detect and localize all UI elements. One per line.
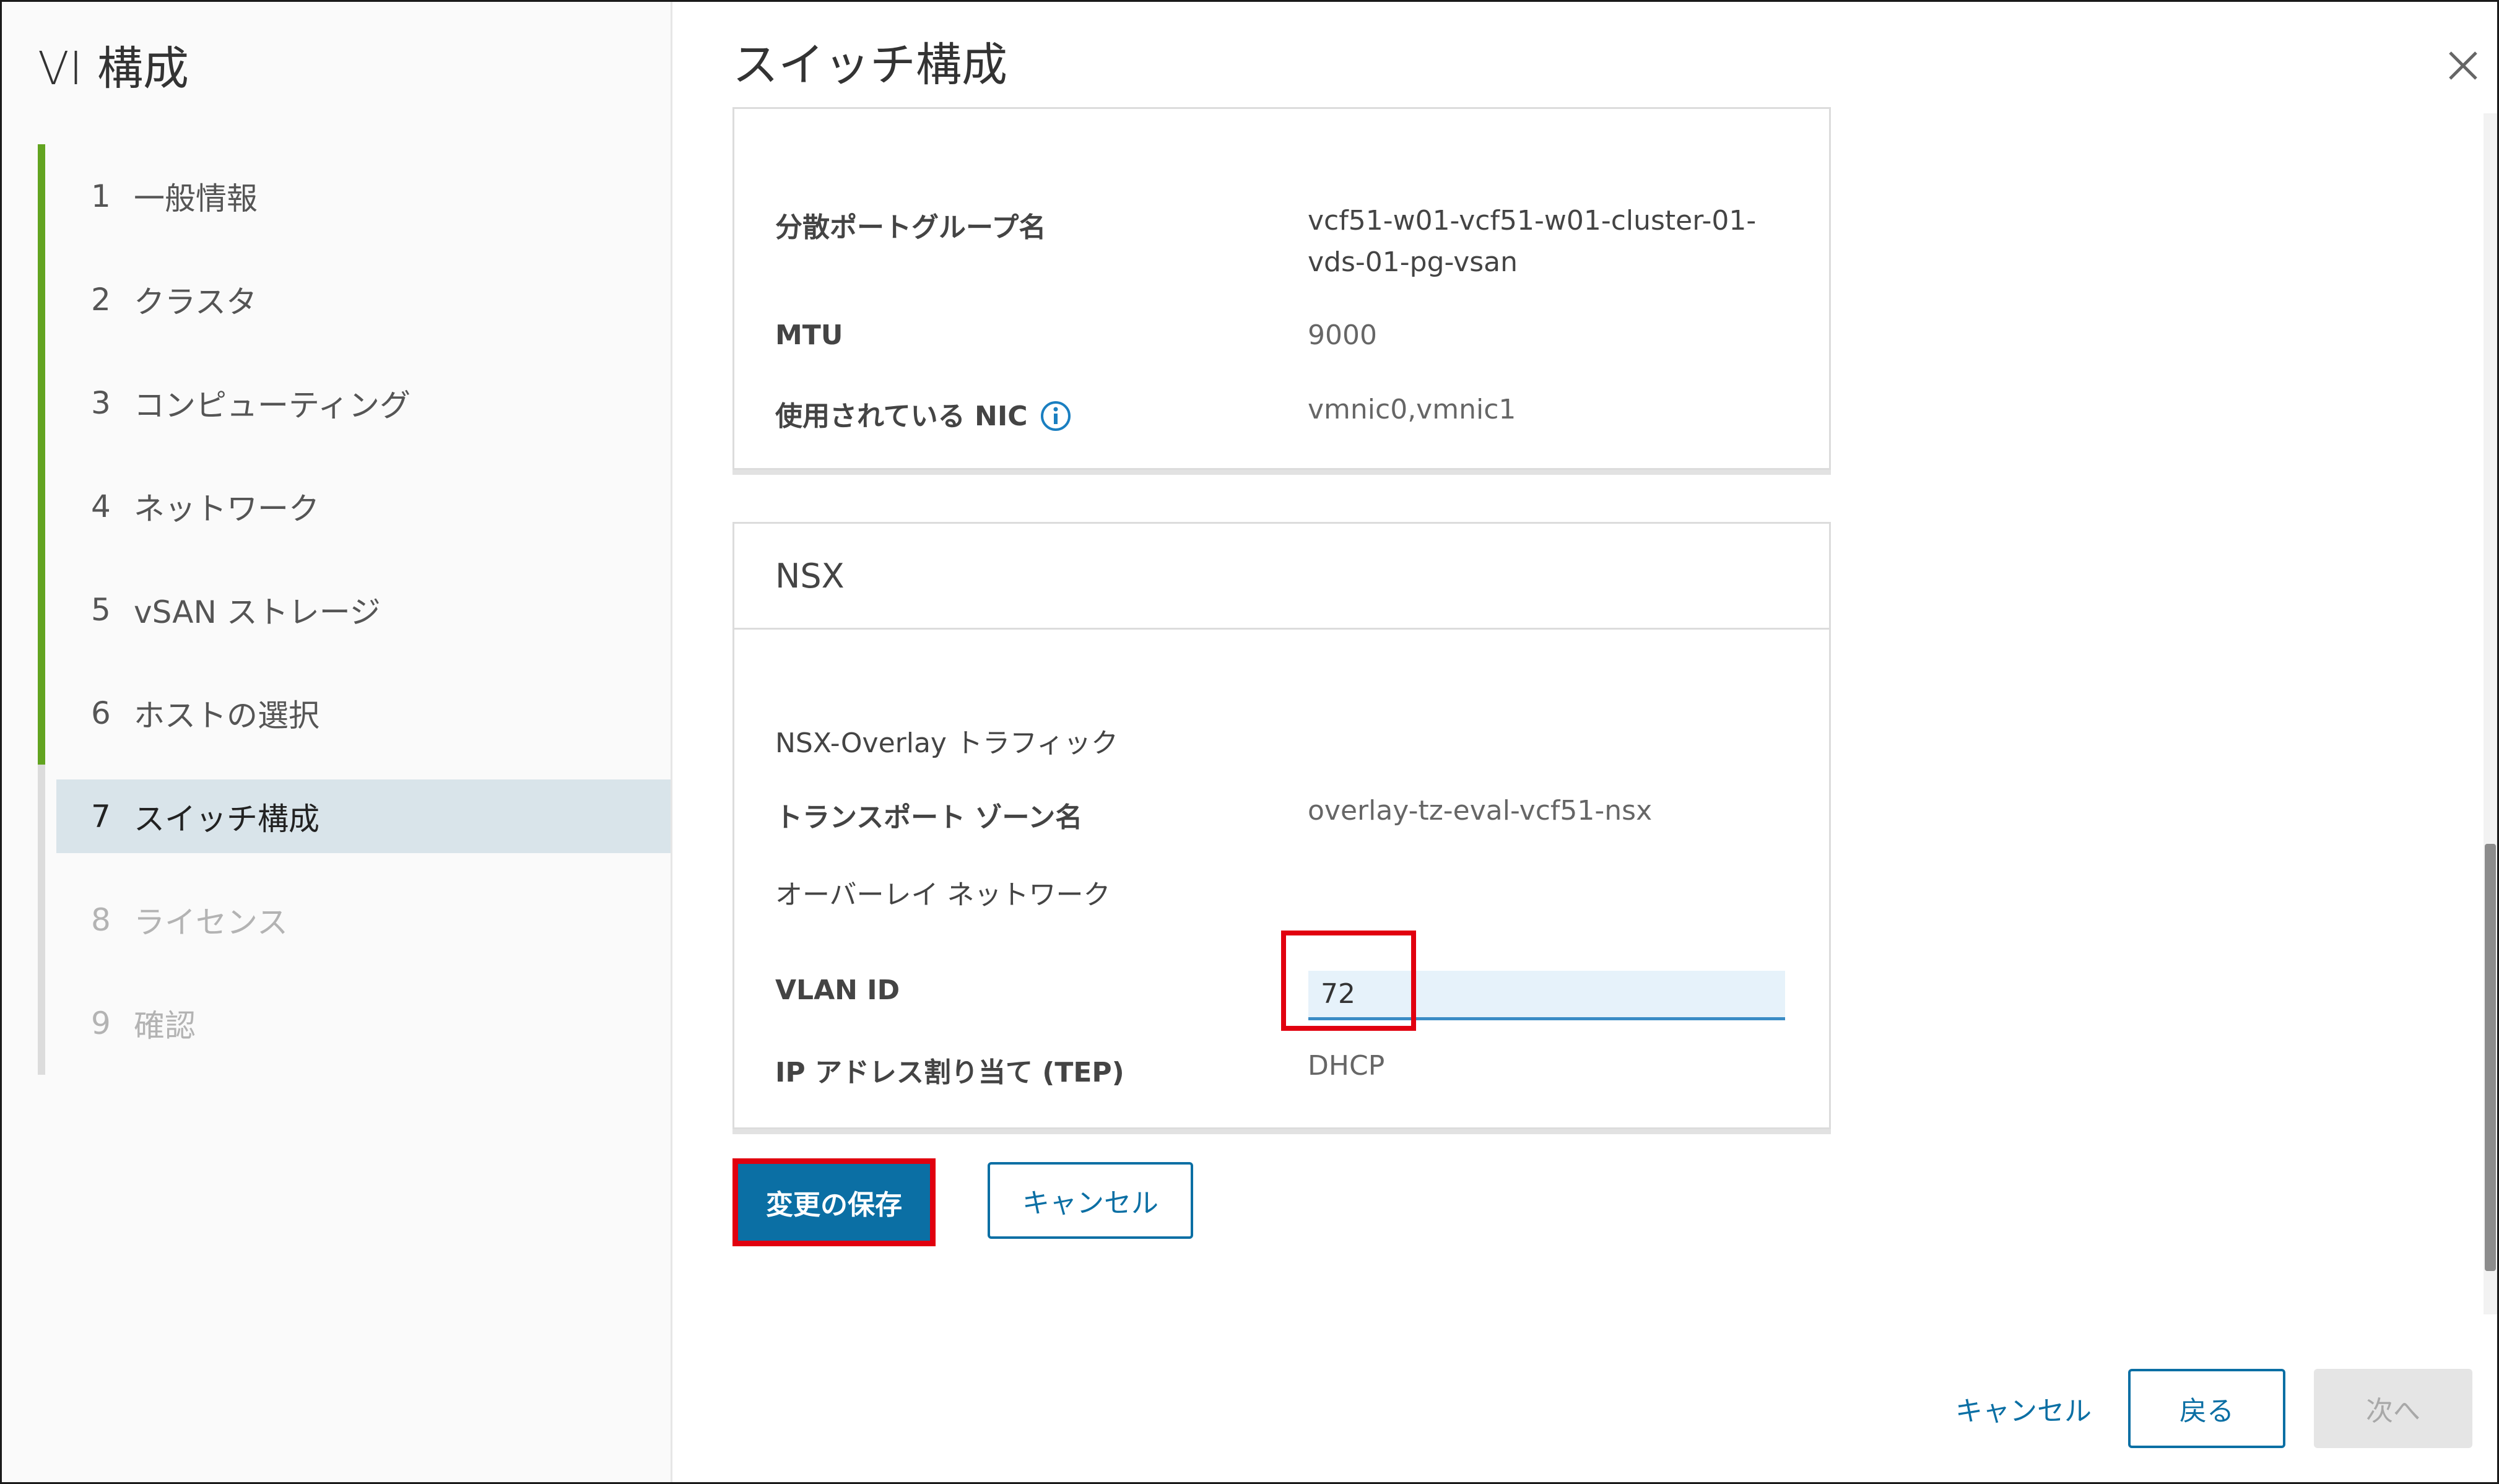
step-number: 1 [91, 178, 111, 214]
step-label: vSAN ストレージ [134, 594, 381, 630]
mtu-label: MTU [775, 319, 843, 351]
save-changes-button[interactable]: 変更の保存 [732, 1158, 936, 1246]
nsx-header: NSX [734, 524, 1829, 630]
step-license: 8 ライセンス [38, 868, 671, 971]
step-label: ホストの選択 [134, 697, 319, 734]
step-progress-bar [38, 558, 45, 661]
close-icon[interactable] [2441, 44, 2485, 87]
step-progress-bar [38, 868, 45, 971]
step-network[interactable]: 4 ネットワーク [38, 454, 671, 558]
dialog-window: VI 構成 1 一般情報 2 クラスタ 3 コンピューティング 4 ネットワーク [0, 0, 2499, 1484]
cancel-button[interactable]: キャンセル [988, 1162, 1193, 1239]
step-number: 2 [91, 281, 111, 318]
step-number: 5 [91, 591, 111, 628]
page-title: スイッチ構成 [732, 38, 1007, 92]
step-progress-bar [38, 971, 45, 1075]
step-number: 4 [91, 488, 111, 524]
step-number: 7 [91, 798, 111, 835]
next-button: 次へ [2314, 1369, 2472, 1448]
nic-label-group: 使用されている NIC [775, 394, 1072, 433]
step-progress-bar [38, 454, 45, 558]
nic-label: 使用されている NIC [775, 401, 1028, 432]
step-progress-bar [38, 661, 45, 765]
step-vsan-storage[interactable]: 5 vSAN ストレージ [38, 558, 671, 661]
step-computing[interactable]: 3 コンピューティング [38, 351, 671, 454]
step-cluster[interactable]: 2 クラスタ [38, 248, 671, 351]
overlay-network-label: オーバーレイ ネットワーク [775, 879, 1111, 911]
step-number: 3 [91, 384, 111, 421]
nsx-header-title: NSX [775, 556, 845, 596]
transport-zone-value: overlay-tz-eval-vcf51-nsx [1308, 795, 1653, 827]
wizard-steps: 1 一般情報 2 クラスタ 3 コンピューティング 4 ネットワーク 5 vSA… [38, 144, 671, 1075]
step-review: 9 確認 [38, 971, 671, 1075]
step-progress-bar [38, 765, 45, 868]
info-icon[interactable] [1040, 400, 1072, 432]
scrollbar-thumb[interactable] [2485, 844, 2496, 1271]
portgroup-card: 分散ポートグループ名 vcf51-w01-vcf51-w01-cluster-0… [732, 107, 1831, 470]
step-label: 一般情報 [134, 180, 258, 217]
overlay-traffic-label: NSX-Overlay トラフィック [775, 727, 1119, 759]
sidebar-title: VI 構成 [38, 42, 189, 95]
step-host-selection[interactable]: 6 ホストの選択 [38, 661, 671, 765]
step-label: クラスタ [134, 284, 257, 320]
nic-value: vmnic0,vmnic1 [1308, 394, 1516, 425]
wizard-sidebar: VI 構成 1 一般情報 2 クラスタ 3 コンピューティング 4 ネットワーク [2, 2, 672, 1482]
step-progress-bar [38, 351, 45, 454]
step-label: スイッチ構成 [134, 801, 319, 837]
nsx-card: NSX NSX-Overlay トラフィック トランスポート ゾーン名 over… [732, 522, 1831, 1129]
transport-zone-label: トランスポート ゾーン名 [775, 802, 1083, 833]
step-label: ネットワーク [134, 490, 319, 527]
footer-cancel-button[interactable]: キャンセル [1934, 1369, 2113, 1448]
vlan-highlight-box [1281, 931, 1416, 1031]
back-button[interactable]: 戻る [2128, 1369, 2285, 1448]
step-number: 6 [91, 695, 111, 731]
portgroup-name-label: 分散ポートグループ名 [775, 212, 1046, 243]
portgroup-name-value-line1: vcf51-w01-vcf51-w01-cluster-01- [1308, 205, 1757, 236]
step-number: 9 [91, 1005, 111, 1041]
step-number: 8 [91, 901, 111, 938]
ip-assignment-label: IP アドレス割り当て (TEP) [775, 1057, 1124, 1088]
step-label: 確認 [134, 1007, 196, 1044]
step-progress-bar [38, 248, 45, 351]
ip-assignment-value: DHCP [1308, 1050, 1385, 1082]
vlan-label: VLAN ID [775, 974, 900, 1006]
step-switch-config[interactable]: 7 スイッチ構成 [38, 765, 671, 868]
step-progress-bar [38, 144, 45, 248]
step-label: コンピューティング [134, 387, 411, 423]
step-general-info[interactable]: 1 一般情報 [38, 144, 671, 248]
step-label: ライセンス [134, 904, 288, 940]
mtu-value: 9000 [1308, 319, 1377, 351]
portgroup-name-value-line2: vds-01-pg-vsan [1308, 246, 1518, 278]
